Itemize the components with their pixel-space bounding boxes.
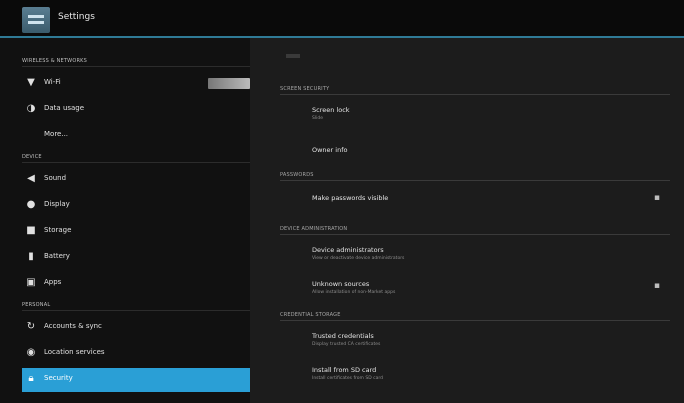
sidebar-item-display[interactable]: ● Display [22,194,250,218]
sidebar-item-apps[interactable]: ▣ Apps [22,272,250,296]
setting-make-passwords-visible[interactable]: Make passwords visible ▪ [280,186,670,212]
setting-install-from-sd-card[interactable]: Install from SD card Install certificate… [280,360,670,390]
section-header-device-admin: Device administration [280,226,348,232]
sidebar-item-security[interactable]: 🔒︎ Security [22,368,250,392]
sidebar-item-storage[interactable]: ■ Storage [22,220,250,244]
location-icon: ◉ [26,347,36,358]
section-divider [22,310,250,311]
section-divider [280,320,670,321]
panel-header [286,54,300,58]
settings-sidebar: Wireless & networks ▼ Wi-Fi ◑ Data usage… [0,38,250,403]
setting-device-administrators[interactable]: Device administrators View or deactivate… [280,240,670,270]
section-header-personal: Personal [22,302,51,308]
sidebar-item-wifi[interactable]: ▼ Wi-Fi [22,72,250,96]
checkbox-icon[interactable]: ▪ [654,281,660,291]
sync-icon: ↻ [26,321,36,332]
setting-title: Install from SD card [312,366,377,374]
setting-subtitle: Install certificates from SD card [312,376,383,381]
sidebar-item-label: More... [44,130,69,138]
sidebar-item-label: Display [44,200,70,208]
section-divider [280,180,670,181]
section-header-screen-security: Screen security [280,86,330,92]
data-usage-icon: ◑ [26,103,36,114]
section-header-credential-storage: Credential storage [280,312,341,318]
section-divider [280,94,670,95]
checkbox-icon[interactable]: ▪ [654,193,660,203]
setting-owner-info[interactable]: Owner info [280,138,670,164]
section-header-device: Device [22,154,42,160]
setting-subtitle: Display trusted CA certificates [312,342,381,347]
lock-icon: 🔒︎ [28,373,34,384]
apps-icon: ▣ [26,277,36,288]
wifi-toggle[interactable] [208,78,250,89]
wifi-icon: ▼ [27,77,35,88]
sidebar-item-sound[interactable]: ◀ Sound [22,168,250,192]
setting-subtitle: View or deactivate device administrators [312,256,405,261]
section-divider [22,162,250,163]
sidebar-item-label: Data usage [44,104,85,112]
sidebar-item-label: Security [44,374,73,382]
app-title: Settings [58,12,95,22]
section-header-passwords: Passwords [280,172,314,178]
sidebar-item-battery[interactable]: ▮ Battery [22,246,250,270]
storage-icon: ■ [26,225,36,236]
setting-title: Owner info [312,146,348,154]
setting-subtitle: Allow installation of non-Market apps [312,290,396,295]
section-divider [280,234,670,235]
sidebar-item-label: Location services [44,348,105,356]
title-bar: Settings [0,0,684,38]
setting-screen-lock[interactable]: Screen lock Slide [280,100,670,130]
sidebar-item-location[interactable]: ◉ Location services [22,342,250,366]
setting-trusted-credentials[interactable]: Trusted credentials Display trusted CA c… [280,326,670,356]
setting-title: Trusted credentials [312,332,374,340]
sidebar-item-label: Storage [44,226,72,234]
sidebar-item-label: Apps [44,278,62,286]
sidebar-item-data-usage[interactable]: ◑ Data usage [22,98,250,122]
sidebar-item-label: Wi-Fi [44,78,61,86]
setting-title: Unknown sources [312,280,370,288]
battery-icon: ▮ [28,251,34,262]
sidebar-item-label: Battery [44,252,70,260]
setting-unknown-sources[interactable]: Unknown sources Allow installation of no… [280,274,670,304]
setting-title: Make passwords visible [312,194,389,202]
sidebar-item-label: Sound [44,174,67,182]
setting-title: Device administrators [312,246,384,254]
sidebar-item-label: Accounts & sync [44,322,102,330]
section-header-wireless: Wireless & networks [22,58,87,64]
security-settings-panel: Screen security Screen lock Slide Owner … [250,38,684,403]
setting-subtitle: Slide [312,116,323,121]
sound-icon: ◀ [27,173,35,184]
setting-title: Screen lock [312,106,350,114]
section-divider [22,66,250,67]
sidebar-item-accounts-sync[interactable]: ↻ Accounts & sync [22,316,250,340]
display-icon: ● [26,199,36,210]
sidebar-item-more[interactable]: More... [22,124,250,148]
settings-app-icon[interactable] [22,7,50,33]
